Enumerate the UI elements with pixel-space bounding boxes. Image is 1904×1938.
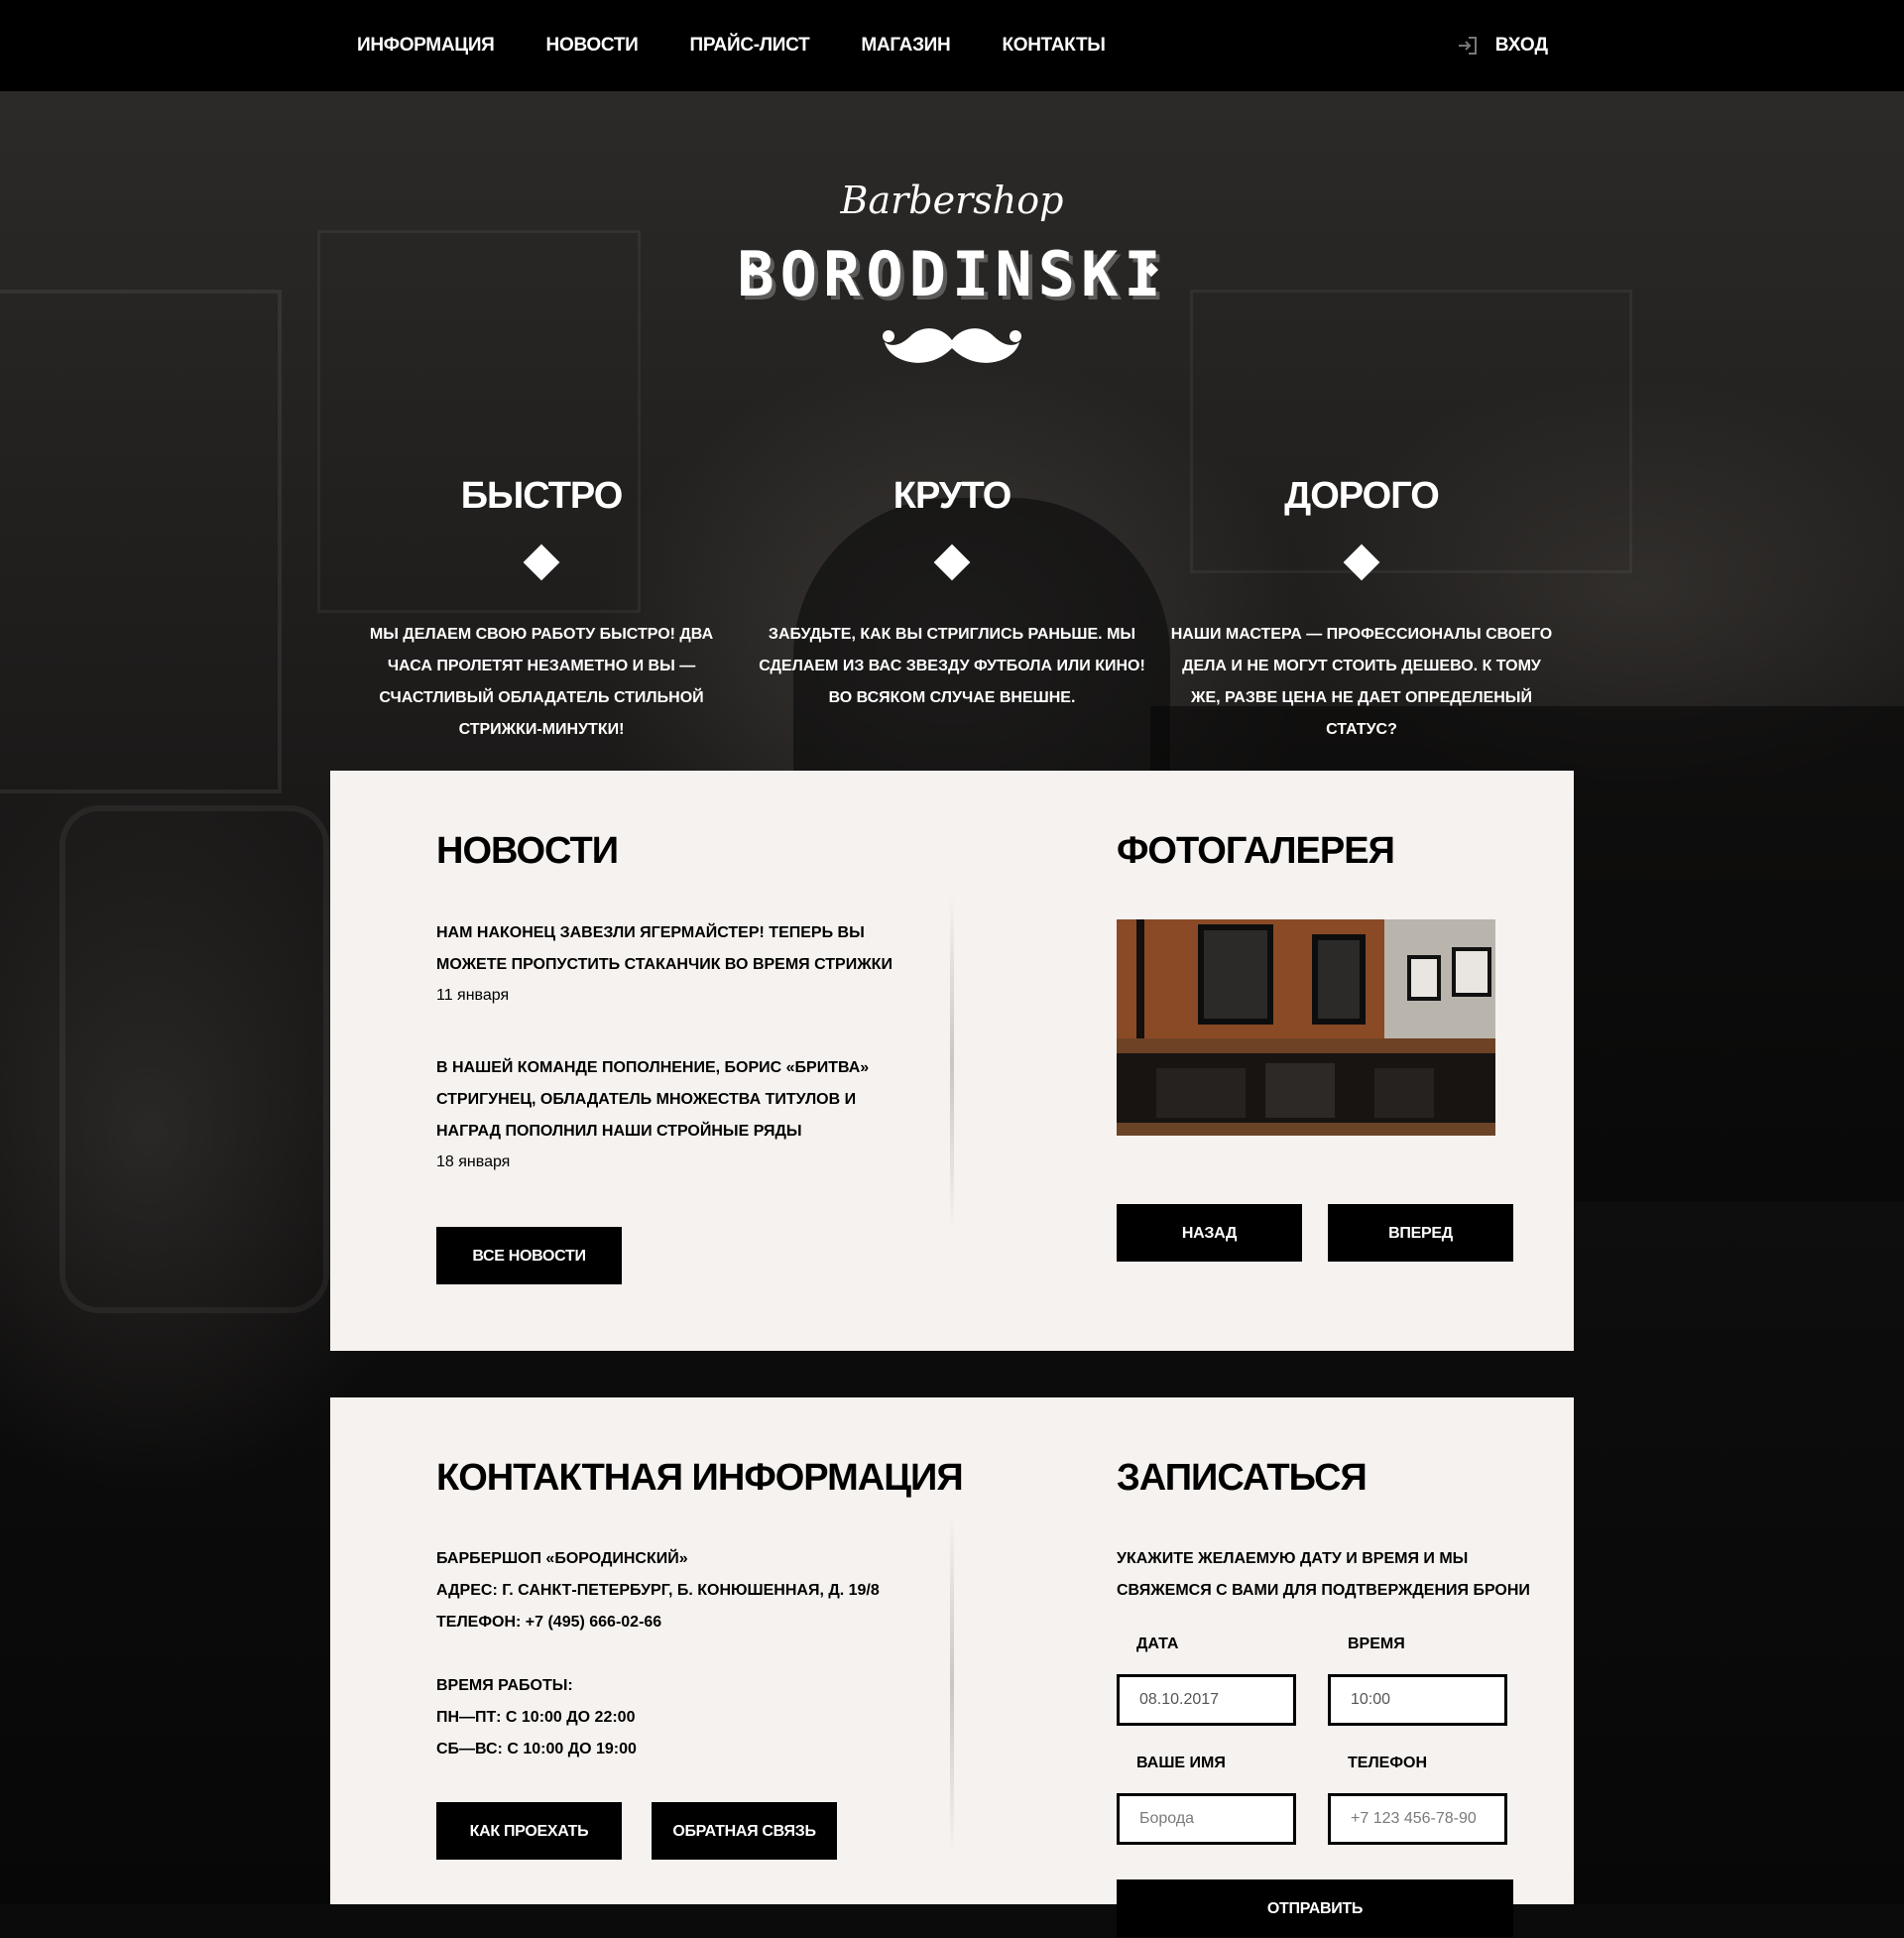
hours-weekdays: ПН—ПТ: С 10:00 ДО 22:00	[436, 1709, 636, 1726]
contact-line: БАРБЕРШОП «БОРОДИНСКИЙ»	[436, 1550, 688, 1567]
gallery-prev-button[interactable]: НАЗАД	[1117, 1204, 1302, 1262]
date-label: ДАТА	[1136, 1635, 1179, 1652]
main-nav: ИНФОРМАЦИЯ НОВОСТИ ПРАЙС-ЛИСТ МАГАЗИН КО…	[357, 0, 1157, 91]
login-label: ВХОД	[1494, 35, 1548, 56]
time-input[interactable]	[1328, 1674, 1507, 1726]
news-text[interactable]: НАМ НАКОНЕЦ ЗАВЕЗЛИ ЯГЕРМАЙСТЕР! ТЕПЕРЬ …	[436, 917, 912, 981]
feature-text: МЫ ДЕЛАЕМ СВОЮ РАБОТУ БЫСТРО! ДВА ЧАСА П…	[369, 626, 714, 738]
feature-cool: КРУТО ЗАБУДЬТЕ, КАК ВЫ СТРИГЛИСЬ РАНЬШЕ.…	[759, 466, 1145, 714]
name-input[interactable]	[1117, 1793, 1296, 1845]
nav-item-pricelist[interactable]: ПРАЙС-ЛИСТ	[689, 35, 809, 57]
gallery-next-button[interactable]: ВПЕРЕД	[1328, 1204, 1513, 1262]
news-item: В НАШЕЙ КОМАНДЕ ПОПОЛНЕНИЕ, БОРИС «БРИТВ…	[436, 1052, 912, 1171]
diamond-icon	[1343, 544, 1380, 581]
feature-text: ЗАБУДЬТЕ, КАК ВЫ СТРИГЛИСЬ РАНЬШЕ. МЫ СД…	[759, 626, 1145, 706]
submit-booking-button[interactable]: ОТПРАВИТЬ	[1117, 1879, 1513, 1937]
date-input[interactable]	[1117, 1674, 1296, 1726]
contact-info: БАРБЕРШОП «БОРОДИНСКИЙ» АДРЕС: Г. САНКТ-…	[436, 1543, 912, 1765]
logo-brand-name: BORODINSKI	[737, 238, 1167, 310]
feature-title: БЫСТРО	[460, 475, 624, 517]
nav-item-news[interactable]: НОВОСТИ	[546, 35, 639, 57]
diamond-icon	[933, 544, 971, 581]
login-icon	[1458, 37, 1478, 55]
mustache-icon	[883, 328, 1021, 363]
top-navigation-bar: ИНФОРМАЦИЯ НОВОСТИ ПРАЙС-ЛИСТ МАГАЗИН КО…	[0, 0, 1904, 91]
news-text[interactable]: В НАШЕЙ КОМАНДЕ ПОПОЛНЕНИЕ, БОРИС «БРИТВ…	[436, 1052, 912, 1148]
time-label: ВРЕМЯ	[1348, 1635, 1405, 1652]
hours-heading: ВРЕМЯ РАБОТЫ:	[436, 1677, 573, 1694]
feature-title: ДОРОГО	[1284, 475, 1440, 517]
nav-item-shop[interactable]: МАГАЗИН	[861, 35, 950, 57]
feature-fast: БЫСТРО МЫ ДЕЛАЕМ СВОЮ РАБОТУ БЫСТРО! ДВА…	[348, 466, 735, 746]
news-date: 11 января	[436, 987, 510, 1004]
booking-heading: ЗАПИСАТЬСЯ	[1117, 1457, 1368, 1499]
news-date: 18 января	[436, 1153, 511, 1170]
all-news-button[interactable]: ВСЕ НОВОСТИ	[436, 1227, 622, 1284]
feature-title: КРУТО	[892, 475, 1012, 517]
phone-input[interactable]	[1328, 1793, 1507, 1845]
news-item: НАМ НАКОНЕЦ ЗАВЕЗЛИ ЯГЕРМАЙСТЕР! ТЕПЕРЬ …	[436, 917, 912, 1005]
phone-label: ТЕЛЕФОН	[1348, 1755, 1427, 1771]
section-divider	[950, 895, 954, 1232]
hours-weekend: СБ—ВС: С 10:00 ДО 19:00	[436, 1741, 637, 1757]
contact-phone: ТЕЛЕФОН: +7 (495) 666-02-66	[436, 1614, 662, 1631]
section-divider	[950, 1516, 954, 1854]
contact-address: АДРЕС: Г. САНКТ-ПЕТЕРБУРГ, Б. КОНЮШЕННАЯ…	[436, 1582, 880, 1599]
nav-item-contacts[interactable]: КОНТАКТЫ	[1002, 35, 1105, 57]
background-chair	[60, 805, 329, 1313]
feature-expensive: ДОРОГО НАШИ МАСТЕРА — ПРОФЕССИОНАЛЫ СВОЕ…	[1168, 466, 1555, 746]
login-link[interactable]: ВХОД	[1458, 0, 1548, 91]
news-gallery-panel: НОВОСТИ НАМ НАКОНЕЦ ЗАВЕЗЛИ ЯГЕРМАЙСТЕР!…	[330, 771, 1574, 1351]
name-label: ВАШЕ ИМЯ	[1136, 1755, 1226, 1771]
booking-description: УКАЖИТЕ ЖЕЛАЕМУЮ ДАТУ И ВРЕМЯ И МЫ СВЯЖЕ…	[1117, 1550, 1530, 1599]
contacts-booking-panel: КОНТАКТНАЯ ИНФОРМАЦИЯ БАРБЕРШОП «БОРОДИН…	[330, 1397, 1574, 1937]
news-heading: НОВОСТИ	[436, 830, 619, 872]
logo-script-text: Barbershop	[840, 179, 1064, 222]
barbershop-logo: Barbershop BORODINSKI	[714, 169, 1190, 377]
background-frame	[0, 290, 282, 793]
feedback-button[interactable]: ОБРАТНАЯ СВЯЗЬ	[652, 1802, 837, 1860]
gallery-photo[interactable]	[1117, 919, 1495, 1136]
feature-text: НАШИ МАСТЕРА — ПРОФЕССИОНАЛЫ СВОЕГО ДЕЛА…	[1170, 626, 1553, 738]
nav-item-info[interactable]: ИНФОРМАЦИЯ	[357, 35, 495, 57]
contacts-heading: КОНТАКТНАЯ ИНФОРМАЦИЯ	[436, 1457, 964, 1499]
route-button[interactable]: КАК ПРОЕХАТЬ	[436, 1802, 622, 1860]
gallery-heading: ФОТОГАЛЕРЕЯ	[1117, 830, 1395, 872]
diamond-icon	[523, 544, 560, 581]
